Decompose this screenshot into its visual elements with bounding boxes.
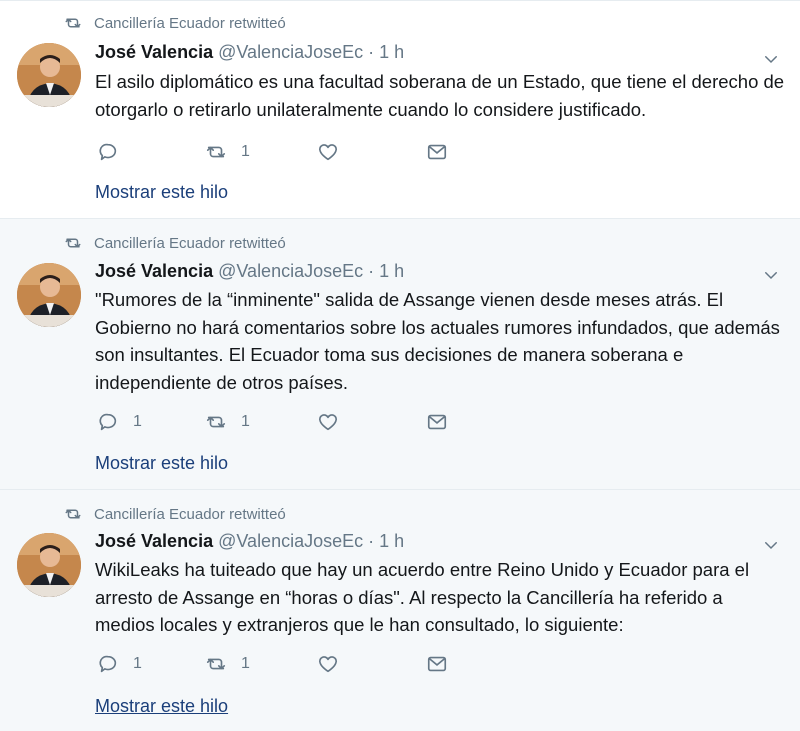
tweet-header: José Valencia @ValenciaJoseEc · 1 h bbox=[95, 531, 404, 552]
like-button[interactable] bbox=[317, 141, 353, 163]
author-handle[interactable]: @ValenciaJoseEc bbox=[218, 531, 363, 551]
tweet-header: José Valencia @ValenciaJoseEc · 1 h bbox=[95, 42, 404, 63]
tweet-card[interactable]: Cancillería Ecuador retwitteó José Valen… bbox=[0, 0, 800, 219]
reply-count: 1 bbox=[133, 413, 142, 430]
reply-button[interactable]: 1 bbox=[97, 653, 142, 675]
reply-button[interactable]: 1 bbox=[97, 411, 142, 433]
retweet-icon bbox=[65, 238, 81, 248]
heart-icon bbox=[318, 656, 338, 673]
like-button[interactable] bbox=[317, 653, 353, 675]
envelope-icon bbox=[427, 414, 447, 430]
retweet-button[interactable]: 1 bbox=[205, 411, 250, 433]
retweet-count: 1 bbox=[241, 143, 250, 160]
retweet-count: 1 bbox=[241, 655, 250, 672]
reply-icon bbox=[99, 143, 117, 161]
chevron-down-icon[interactable] bbox=[762, 50, 780, 68]
heart-icon bbox=[318, 414, 338, 431]
avatar[interactable] bbox=[17, 533, 81, 597]
retweet-context: Cancillería Ecuador retwitteó bbox=[64, 234, 286, 252]
retweet-count: 1 bbox=[241, 413, 250, 430]
reply-button[interactable] bbox=[97, 141, 133, 163]
retweet-icon bbox=[65, 509, 81, 519]
author-handle[interactable]: @ValenciaJoseEc bbox=[218, 42, 363, 62]
tweet-text: WikiLeaks ha tuiteado que hay un acuerdo… bbox=[95, 559, 750, 635]
show-thread-link[interactable]: Mostrar este hilo bbox=[95, 453, 228, 474]
heart-icon bbox=[318, 144, 338, 161]
retweet-context-label: Cancillería Ecuador retwitteó bbox=[94, 505, 286, 523]
tweet-card[interactable]: Cancillería Ecuador retwitteó José Valen… bbox=[0, 219, 800, 490]
retweet-button[interactable]: 1 bbox=[205, 141, 250, 163]
avatar[interactable] bbox=[17, 263, 81, 327]
tweet-time[interactable]: · 1 h bbox=[368, 42, 404, 62]
author-name[interactable]: José Valencia bbox=[95, 261, 213, 281]
like-button[interactable] bbox=[317, 411, 353, 433]
author-handle[interactable]: @ValenciaJoseEc bbox=[218, 261, 363, 281]
tweet-time[interactable]: · 1 h bbox=[368, 531, 404, 551]
envelope-icon bbox=[427, 656, 447, 672]
retweet-icon bbox=[206, 146, 226, 158]
retweet-context: Cancillería Ecuador retwitteó bbox=[64, 14, 286, 32]
direct-message-button[interactable] bbox=[426, 141, 448, 163]
tweet-card[interactable]: Cancillería Ecuador retwitteó José Valen… bbox=[0, 490, 800, 731]
envelope-icon bbox=[427, 144, 447, 160]
direct-message-button[interactable] bbox=[426, 411, 448, 433]
reply-count: 1 bbox=[133, 655, 142, 672]
avatar[interactable] bbox=[17, 43, 81, 107]
tweet-text: "Rumores de la “inminente" salida de Ass… bbox=[95, 289, 780, 393]
retweet-icon bbox=[206, 416, 226, 428]
show-thread-link[interactable]: Mostrar este hilo bbox=[95, 696, 228, 717]
reply-icon bbox=[99, 655, 117, 673]
reply-icon bbox=[99, 413, 117, 431]
author-name[interactable]: José Valencia bbox=[95, 531, 213, 551]
tweet-header: José Valencia @ValenciaJoseEc · 1 h bbox=[95, 261, 404, 282]
retweet-context-label: Cancillería Ecuador retwitteó bbox=[94, 14, 286, 32]
retweet-icon bbox=[206, 658, 226, 670]
tweet-text: El asilo diplomático es una facultad sob… bbox=[95, 71, 785, 120]
chevron-down-icon[interactable] bbox=[762, 536, 780, 554]
author-name[interactable]: José Valencia bbox=[95, 42, 213, 62]
retweet-button[interactable]: 1 bbox=[205, 653, 250, 675]
show-thread-link[interactable]: Mostrar este hilo bbox=[95, 182, 228, 203]
timeline-feed: Cancillería Ecuador retwitteó José Valen… bbox=[0, 0, 800, 731]
chevron-down-icon[interactable] bbox=[762, 266, 780, 284]
retweet-icon bbox=[65, 18, 81, 28]
tweet-time[interactable]: · 1 h bbox=[368, 261, 404, 281]
retweet-context: Cancillería Ecuador retwitteó bbox=[64, 505, 286, 523]
retweet-context-label: Cancillería Ecuador retwitteó bbox=[94, 234, 286, 252]
avatar-image bbox=[17, 43, 81, 107]
avatar-image bbox=[17, 263, 81, 327]
direct-message-button[interactable] bbox=[426, 653, 448, 675]
avatar-image bbox=[17, 533, 81, 597]
